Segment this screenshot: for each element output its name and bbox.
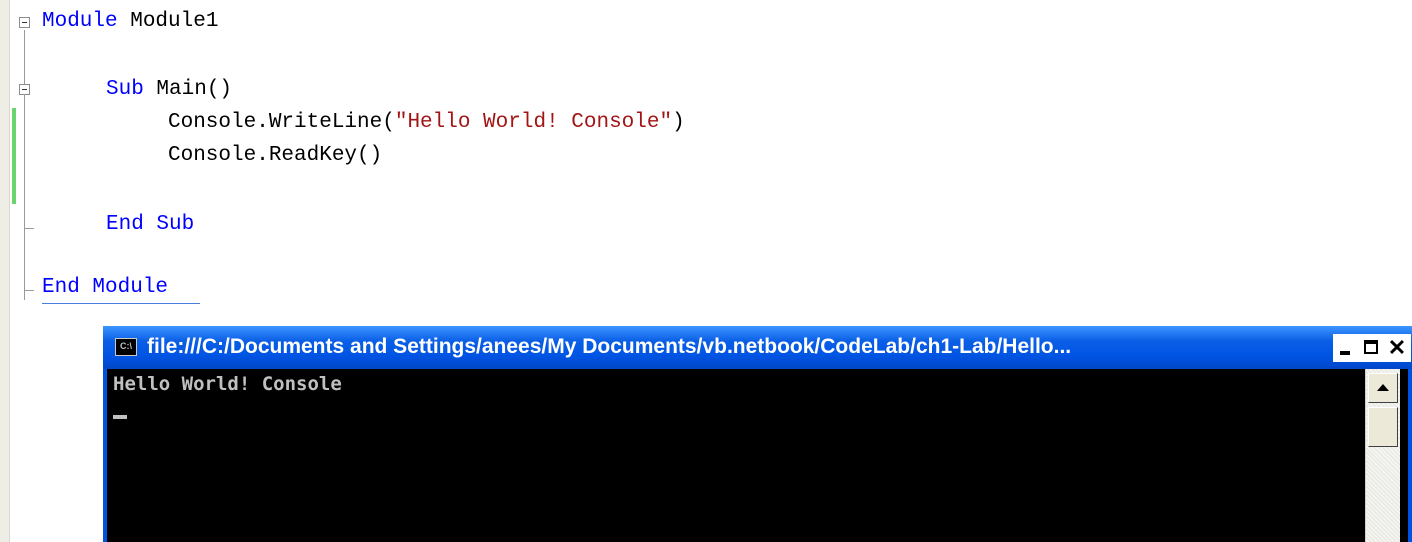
console-vertical-scrollbar[interactable]: [1365, 369, 1400, 542]
module-name: Module1: [117, 10, 219, 33]
console-output-text: Hello World! Console: [113, 373, 342, 395]
code-line-end-sub[interactable]: End Sub: [106, 212, 194, 238]
code-line-writeline[interactable]: Console.WriteLine("Hello World! Console"…: [168, 110, 685, 136]
readkey-call: Console.ReadKey(): [168, 144, 383, 167]
outline-end-module-tick: [24, 290, 34, 291]
smart-tag-underline: [42, 303, 200, 304]
maximize-icon: [1364, 340, 1378, 354]
code-line-sub[interactable]: Sub Main(): [106, 77, 232, 103]
console-titlebar[interactable]: C:\ file:///C:/Documents and Settings/an…: [103, 326, 1412, 369]
sub-signature: Main(): [143, 78, 233, 101]
maximize-button[interactable]: [1358, 334, 1386, 362]
console-cursor: [113, 415, 127, 419]
collapse-sub-icon[interactable]: [19, 84, 30, 95]
scroll-thumb[interactable]: [1368, 407, 1398, 447]
string-literal: "Hello World! Console": [394, 111, 673, 134]
scroll-up-button[interactable]: [1368, 373, 1398, 403]
close-icon: ✕: [1387, 335, 1407, 360]
writeline-close: ): [672, 111, 685, 134]
change-indicator-bar: [12, 108, 16, 204]
minimize-icon: [1340, 351, 1350, 355]
keyword-end-module: End Module: [42, 276, 169, 299]
writeline-call: Console.WriteLine(: [168, 111, 395, 134]
editor-gutter: [0, 0, 10, 542]
close-button[interactable]: ✕: [1383, 334, 1411, 362]
keyword-end-sub: End Sub: [106, 213, 195, 236]
code-line-module[interactable]: Module Module1: [42, 9, 218, 35]
minimize-button[interactable]: [1333, 334, 1361, 362]
code-line-readkey[interactable]: Console.ReadKey(): [168, 143, 382, 169]
scroll-up-arrow-icon: [1377, 384, 1389, 391]
keyword-module: Module: [42, 10, 118, 33]
keyword-sub: Sub: [106, 78, 144, 101]
outline-line-module: [24, 30, 25, 300]
console-window[interactable]: C:\ file:///C:/Documents and Settings/an…: [103, 326, 1412, 542]
console-app-icon[interactable]: C:\: [115, 338, 137, 356]
console-title: file:///C:/Documents and Settings/anees/…: [147, 335, 1072, 358]
collapse-module-icon[interactable]: [19, 17, 30, 28]
code-line-end-module[interactable]: End Module: [42, 275, 168, 301]
console-output-area[interactable]: Hello World! Console: [107, 369, 1408, 542]
outline-end-sub-tick: [24, 228, 34, 229]
